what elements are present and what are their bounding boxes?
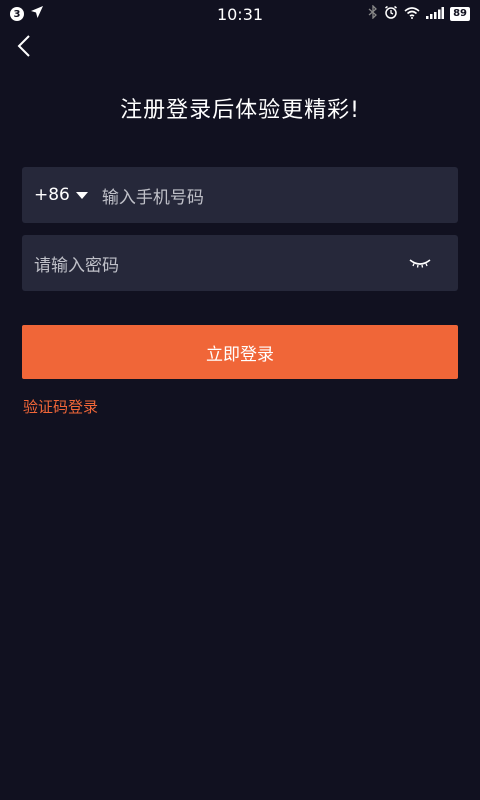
alarm-icon	[384, 5, 398, 23]
login-screen: 3 10:31 89 注册登录后体验更精彩! +86 输入手机号码 请输入密码 …	[0, 0, 480, 800]
sms-login-link[interactable]: 验证码登录	[23, 396, 98, 417]
status-bar: 3 10:31 89	[0, 0, 480, 28]
phone-input[interactable]: +86 输入手机号码	[22, 167, 458, 223]
chevron-left-icon	[17, 34, 31, 62]
status-right: 89	[368, 4, 470, 23]
bluetooth-icon	[368, 4, 378, 23]
phone-placeholder: 输入手机号码	[101, 187, 204, 208]
eye-closed-icon[interactable]	[406, 253, 434, 273]
signal-icon	[426, 5, 445, 23]
password-placeholder: 请输入密码	[34, 255, 119, 276]
country-code: +86	[34, 185, 70, 205]
back-button[interactable]	[12, 34, 36, 62]
location-arrow-icon	[30, 5, 44, 23]
wifi-icon	[404, 5, 420, 23]
notification-badge-icon: 3	[10, 7, 24, 21]
status-time: 10:31	[216, 4, 264, 24]
login-button[interactable]: 立即登录	[22, 325, 458, 379]
caret-down-icon	[75, 191, 88, 199]
password-input[interactable]: 请输入密码	[22, 235, 458, 291]
page-title: 注册登录后体验更精彩!	[120, 98, 360, 123]
battery-icon: 89	[450, 7, 470, 21]
country-code-selector[interactable]: +86	[34, 185, 88, 205]
status-left: 3	[10, 5, 44, 23]
